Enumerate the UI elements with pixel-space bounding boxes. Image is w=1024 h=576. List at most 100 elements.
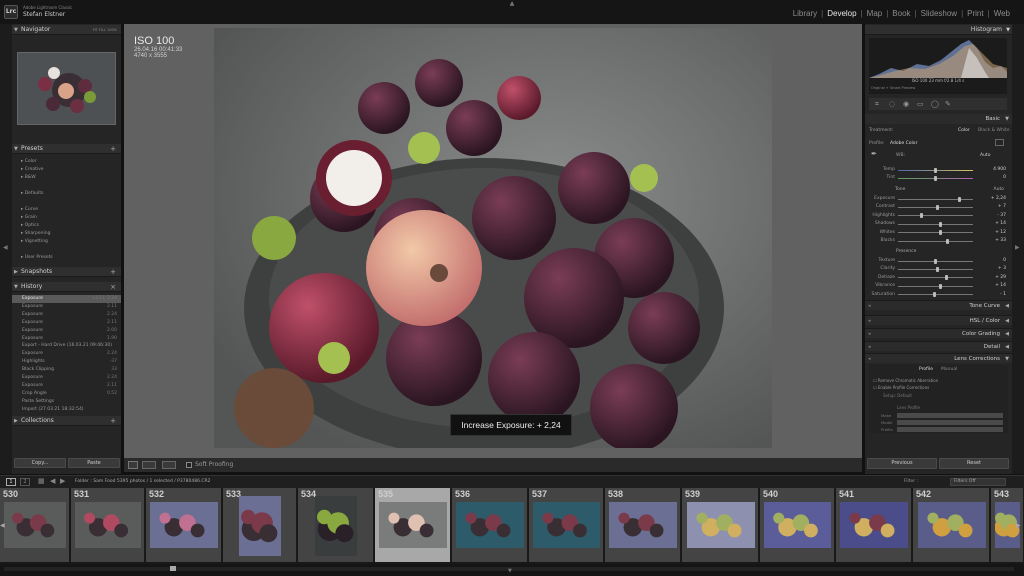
navigator-preview[interactable] — [17, 52, 116, 125]
frame-thumbnail[interactable] — [456, 502, 524, 548]
treatment-bw[interactable]: Black & White — [978, 128, 1010, 133]
slider-value[interactable]: - 1 — [1000, 291, 1006, 299]
history-item[interactable]: Exposure 1.90 — [12, 335, 121, 343]
history-item[interactable]: Exposure 2.24 — [12, 311, 121, 319]
slider-row[interactable]: Vibrance + 14 — [865, 282, 1012, 290]
before-after-swap-icon[interactable] — [162, 461, 176, 469]
slider-track[interactable] — [898, 277, 973, 279]
history-item[interactable]: Exposure 2.11 — [12, 319, 121, 327]
slider-knob[interactable] — [934, 167, 937, 173]
history-item[interactable]: Exposure 2.00 — [12, 327, 121, 335]
red-eye-icon[interactable]: ◉ — [903, 100, 909, 108]
lens-tab-profile[interactable]: Profile — [919, 367, 933, 372]
slider-track[interactable] — [898, 240, 973, 242]
histogram[interactable]: ISO 100 23 mm f/2.8 1/4 s Original + Sma… — [869, 38, 1007, 94]
slider-row[interactable]: Exposure + 2,24 — [865, 195, 1012, 203]
slider-knob[interactable] — [935, 266, 939, 272]
navigator-header[interactable]: ▼ Navigator FIT FILL 100% — [12, 25, 121, 35]
frame-thumbnail[interactable] — [315, 496, 357, 556]
section-expand-icon[interactable]: ◀ — [1005, 316, 1009, 326]
history-item[interactable]: Black Clipping 33 — [12, 366, 121, 374]
lens-make-select[interactable] — [897, 413, 1003, 418]
slider-value[interactable]: + 14 — [995, 282, 1006, 290]
frame-thumbnail[interactable] — [150, 502, 218, 548]
filmstrip-frame[interactable]: 532 — [146, 488, 222, 562]
module-book[interactable]: Book — [888, 9, 914, 18]
preset-group[interactable]: ▸ Vignetting — [12, 238, 121, 246]
radial-filter-icon[interactable]: ◯ — [931, 100, 939, 108]
tone-auto-button[interactable]: Auto — [994, 187, 1004, 192]
slider-row[interactable]: Texture 0 — [865, 257, 1012, 265]
preset-group[interactable]: ▸ Creative — [12, 166, 121, 174]
wb-eyedropper-icon[interactable]: ✒ — [871, 150, 877, 158]
filmstrip-frame[interactable]: 539 — [682, 488, 759, 562]
slider-knob[interactable] — [958, 196, 961, 202]
slider-value[interactable]: 0 — [1003, 257, 1006, 265]
history-item[interactable]: Import (27.03.21 18:32:54) — [12, 406, 121, 414]
top-panel-toggle-icon[interactable]: ▲ — [508, 0, 516, 7]
section-toggle-icon[interactable]: ◂ — [868, 342, 871, 352]
chromatic-aberration-checkbox[interactable]: ☐ Remove Chromatic Aberration — [873, 378, 938, 383]
section-header-lens-corrections[interactable]: ◂ Lens Corrections ▼ — [865, 353, 1012, 363]
preset-group[interactable]: ▸ Sharpening — [12, 230, 121, 238]
slider-value[interactable]: + 7 — [998, 203, 1006, 211]
snapshots-header[interactable]: ▶ Snapshots + — [12, 267, 121, 277]
previous-button[interactable]: Previous — [867, 458, 937, 469]
slider-row[interactable]: Temp 4.900 — [865, 166, 1012, 174]
slider-value[interactable]: + 2,24 — [991, 195, 1006, 203]
filmstrip-frame[interactable]: 531 — [71, 488, 145, 562]
frame-thumbnail[interactable] — [379, 502, 447, 548]
frame-thumbnail[interactable] — [609, 502, 677, 548]
filmstrip-frame[interactable]: 540 — [760, 488, 835, 562]
slider-knob[interactable] — [939, 221, 943, 227]
main-photo[interactable] — [214, 28, 772, 448]
slider-knob[interactable] — [934, 175, 937, 181]
slider-row[interactable]: Blacks + 33 — [865, 237, 1012, 245]
history-header[interactable]: ▼ History × — [12, 282, 121, 292]
history-item[interactable]: Exposure +2.11 2.24 — [12, 295, 121, 303]
lens-setup[interactable]: Setup: Default — [883, 393, 912, 398]
slider-row[interactable]: Dehaze + 29 — [865, 274, 1012, 282]
forward-arrow-icon[interactable]: ▶ — [60, 477, 65, 485]
frame-thumbnail[interactable] — [917, 502, 986, 548]
lens-model-select[interactable] — [897, 420, 1003, 425]
basic-header[interactable]: Basic ▼ — [865, 114, 1012, 124]
profile-browser-icon[interactable] — [995, 139, 1004, 146]
slider-row[interactable]: Saturation - 1 — [865, 291, 1012, 299]
filmstrip-frame[interactable]: 537 — [529, 488, 604, 562]
history-item[interactable]: Exposure 2.24 — [12, 350, 121, 358]
module-library[interactable]: Library — [789, 9, 821, 18]
user-name[interactable]: Stefan Elstner — [23, 11, 65, 18]
paste-button[interactable]: Paste — [68, 458, 120, 468]
module-print[interactable]: Print — [963, 9, 987, 18]
frame-thumbnail[interactable] — [764, 502, 831, 548]
back-arrow-icon[interactable]: ◀ — [50, 477, 55, 485]
slider-track[interactable] — [898, 215, 973, 217]
section-toggle-icon[interactable]: ◂ — [868, 301, 871, 311]
filter-select[interactable]: Filters Off — [950, 478, 1006, 486]
right-panel-edge[interactable]: ▶ — [1012, 24, 1024, 474]
adjustment-brush-icon[interactable]: ✎ — [945, 100, 951, 108]
module-develop[interactable]: Develop — [823, 9, 860, 18]
slider-row[interactable]: Highlights - 37 — [865, 212, 1012, 220]
slider-knob[interactable] — [933, 292, 937, 298]
secondary-display-2-icon[interactable]: 2 — [20, 478, 30, 486]
slider-value[interactable]: + 33 — [995, 237, 1006, 245]
slider-track[interactable] — [898, 198, 973, 200]
section-expand-icon[interactable]: ◀ — [1005, 329, 1009, 339]
section-header-tone-curve[interactable]: ◂ Tone Curve ◀ — [865, 300, 1012, 310]
collections-header[interactable]: ▶ Collections + — [12, 416, 121, 426]
frame-thumbnail[interactable] — [686, 502, 755, 548]
before-after-icon[interactable] — [142, 461, 156, 469]
profile-select[interactable]: Adobe Color — [890, 141, 917, 146]
section-toggle-icon[interactable]: ◂ — [868, 316, 871, 326]
crop-icon[interactable]: ⌗ — [875, 100, 879, 109]
filmstrip-scroll-right-icon[interactable]: ▶ — [1016, 508, 1022, 544]
section-header-hsl-color[interactable]: ◂ HSL / Color ◀ — [865, 315, 1012, 325]
slider-row[interactable]: Contrast + 7 — [865, 203, 1012, 211]
frame-thumbnail[interactable] — [4, 502, 66, 548]
lens-profile-select[interactable] — [897, 427, 1003, 432]
filmstrip-scroll-left-icon[interactable]: ◀ — [0, 508, 6, 544]
filmstrip-frame[interactable]: 541 — [836, 488, 912, 562]
slider-value[interactable]: + 14 — [995, 220, 1006, 228]
